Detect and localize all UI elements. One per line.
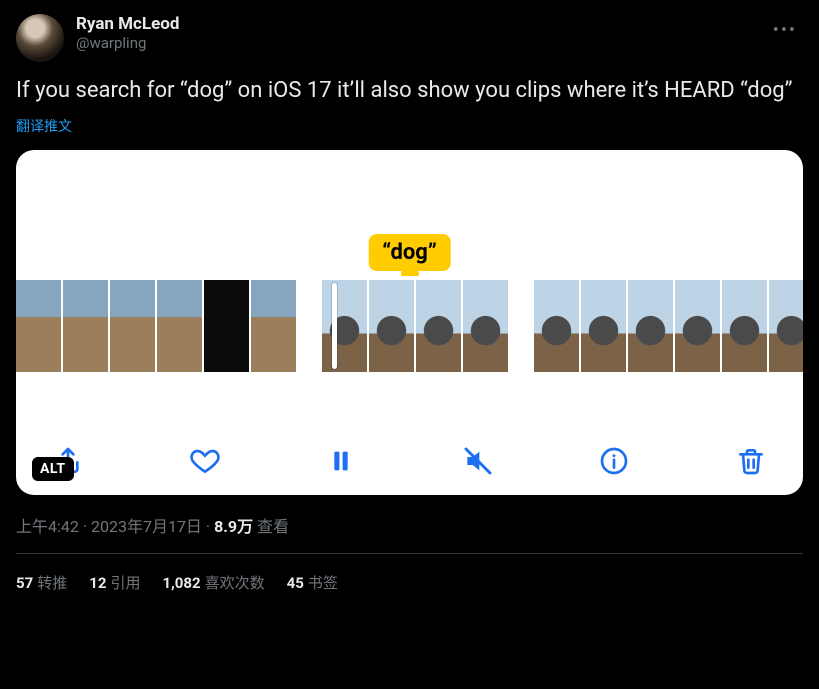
playhead[interactable] [332, 283, 337, 369]
meta-views-count: 8.9万 [214, 517, 253, 536]
handle: @warpling [76, 34, 179, 52]
mute-icon[interactable] [460, 443, 496, 479]
timeline-frame [416, 280, 461, 372]
timeline-frame [251, 280, 296, 372]
media-toolbar [16, 443, 803, 479]
alt-badge[interactable]: ALT [32, 457, 74, 481]
engagement-row: 57转推 12引用 1,082喜欢次数 45书签 [16, 572, 803, 593]
display-name: Ryan McLeod [76, 14, 179, 34]
timeline-frame [110, 280, 155, 372]
timeline-frame [204, 280, 249, 372]
timeline-frame [675, 280, 720, 372]
retweets-stat[interactable]: 57转推 [16, 572, 67, 593]
timeline-frame [628, 280, 673, 372]
timeline-frame [322, 280, 367, 372]
translate-link[interactable]: 翻译推文 [16, 116, 72, 136]
pause-icon[interactable] [323, 443, 359, 479]
quotes-stat[interactable]: 12引用 [89, 572, 140, 593]
media-attachment[interactable]: “dog” [16, 150, 803, 495]
timeline-frame [16, 280, 61, 372]
timeline-frame [157, 280, 202, 372]
likes-stat[interactable]: 1,082喜欢次数 [162, 572, 264, 593]
timeline-frame [581, 280, 626, 372]
info-icon[interactable] [596, 443, 632, 479]
timeline-frame [463, 280, 508, 372]
playhead-marker-top [401, 271, 419, 276]
tweet-text: If you search for “dog” on iOS 17 it’ll … [16, 76, 803, 106]
tweet-header: Ryan McLeod @warpling ••• [16, 8, 803, 62]
clip-group-3 [534, 280, 803, 372]
caption-chip: “dog” [368, 234, 451, 271]
tweet: Ryan McLeod @warpling ••• If you search … [16, 8, 803, 593]
meta-views-label: 查看 [257, 517, 289, 536]
timeline-frame [369, 280, 414, 372]
timeline-frame [534, 280, 579, 372]
timeline-frame [63, 280, 108, 372]
more-icon[interactable]: ••• [767, 16, 803, 45]
tweet-meta: 上午4:42 · 2023年7月17日 · 8.9万 查看 [16, 513, 803, 537]
divider [16, 553, 803, 554]
bookmarks-stat[interactable]: 45书签 [287, 572, 338, 593]
clip-group-1 [16, 280, 296, 372]
timeline-frame [722, 280, 767, 372]
meta-date[interactable]: 2023年7月17日 [91, 517, 202, 536]
video-timeline[interactable] [16, 280, 803, 372]
avatar[interactable] [16, 14, 64, 62]
meta-time[interactable]: 上午4:42 [16, 517, 79, 536]
heart-icon[interactable] [187, 443, 223, 479]
trash-icon[interactable] [733, 443, 769, 479]
author-names[interactable]: Ryan McLeod @warpling [76, 14, 179, 52]
timeline-frame [769, 280, 803, 372]
clip-group-2 [322, 280, 508, 372]
